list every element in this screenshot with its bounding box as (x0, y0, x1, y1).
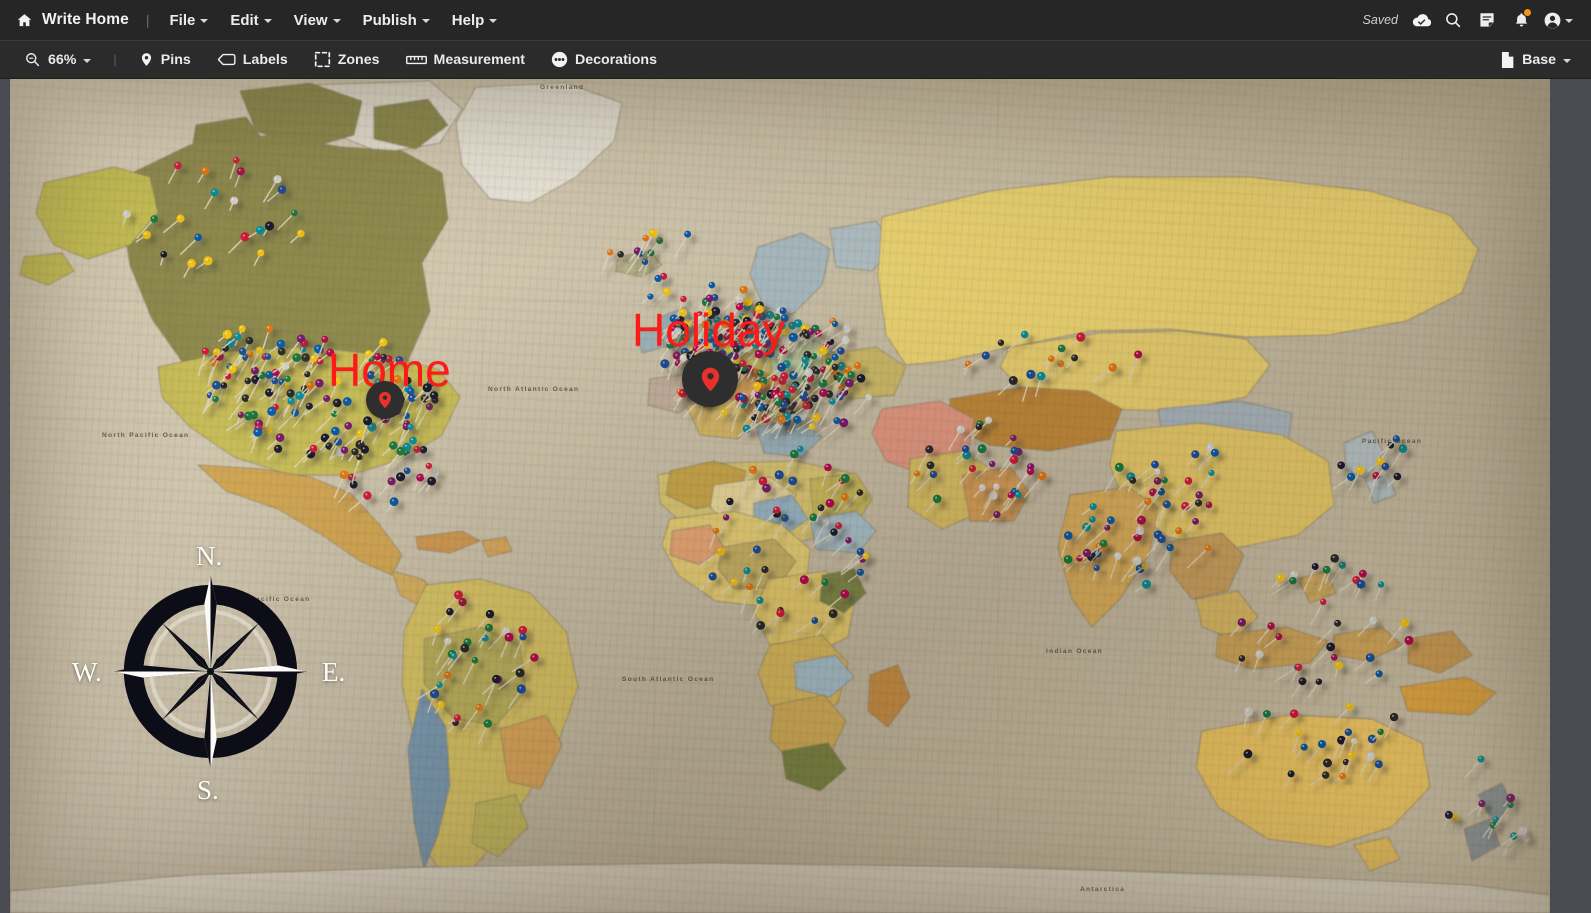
chevron-down-icon (332, 19, 341, 23)
menu-help[interactable]: Help (441, 7, 509, 34)
decorations-dots-icon (551, 51, 568, 68)
compass-rose-icon (114, 575, 307, 768)
svg-text:Greenland: Greenland (540, 84, 584, 91)
map-canvas[interactable]: North Pacific Ocean North Atlantic Ocean… (10, 79, 1550, 913)
zoom-search-icon (24, 51, 41, 68)
chevron-down-icon (263, 19, 272, 23)
document-icon (1500, 51, 1515, 69)
chevron-down-icon (200, 19, 209, 23)
bell-icon[interactable] (1505, 5, 1537, 35)
zoom-control[interactable]: 66% (14, 47, 101, 72)
menu-divider: | (145, 12, 150, 28)
toolbar: 66% | Pins Labels Zones Measurement Deco… (0, 41, 1591, 79)
map-pin-icon (701, 367, 719, 391)
menu-edit[interactable]: Edit (219, 7, 282, 34)
toolbar-labels[interactable]: Labels (207, 48, 298, 72)
toolbar-zones-label: Zones (337, 51, 380, 68)
map-label-holiday[interactable]: Holiday (632, 307, 785, 353)
map-pin-icon (139, 51, 154, 68)
toolbar-right-group: Base (1490, 47, 1581, 73)
svg-text:North Atlantic Ocean: North Atlantic Ocean (488, 386, 579, 393)
compass-rose-decoration[interactable]: N. W. E. S. (72, 543, 345, 804)
svg-text:Indian Ocean: Indian Ocean (1046, 648, 1103, 655)
toolbar-measurement[interactable]: Measurement (396, 48, 535, 72)
zoom-level-value: 66% (48, 51, 77, 68)
toolbar-decorations-label: Decorations (574, 51, 657, 68)
toolbar-pins-label: Pins (160, 51, 191, 68)
home-icon (16, 12, 33, 29)
home-pin-marker[interactable] (366, 381, 404, 419)
account-menu[interactable] (1539, 8, 1577, 33)
toolbar-decorations[interactable]: Decorations (541, 47, 667, 72)
menu-edit-label: Edit (230, 11, 259, 29)
menu-publish[interactable]: Publish (352, 7, 441, 34)
svg-text:North Pacific Ocean: North Pacific Ocean (102, 432, 189, 439)
menu-bar-actions: Saved (1363, 5, 1581, 35)
tag-icon (217, 52, 236, 67)
ruler-icon (405, 53, 427, 67)
menu-view-label: View (293, 11, 328, 29)
toolbar-zones[interactable]: Zones (304, 47, 390, 72)
svg-text:South Atlantic Ocean: South Atlantic Ocean (622, 676, 714, 683)
menu-file-label: File (169, 11, 196, 29)
toolbar-measurement-label: Measurement (433, 51, 525, 68)
compass-north-label: N. (196, 541, 223, 571)
toolbar-pins[interactable]: Pins (129, 47, 201, 72)
layer-selector-label: Base (1522, 51, 1556, 68)
menu-file[interactable]: File (158, 7, 219, 34)
notification-badge (1523, 8, 1532, 17)
holiday-pin-marker[interactable] (682, 351, 738, 407)
map-viewport[interactable]: North Pacific Ocean North Atlantic Ocean… (0, 79, 1591, 913)
account-icon (1543, 11, 1562, 30)
notes-icon[interactable] (1471, 5, 1503, 35)
toolbar-divider: | (113, 52, 117, 67)
search-icon[interactable] (1437, 5, 1469, 35)
cloud-check-icon (1409, 5, 1435, 35)
chevron-down-icon (1563, 58, 1571, 63)
svg-text:Antarctica: Antarctica (1080, 886, 1125, 893)
dashed-square-icon (314, 51, 331, 68)
chevron-down-icon (83, 58, 92, 63)
compass-south-label: S. (197, 775, 219, 805)
layer-selector[interactable]: Base (1490, 47, 1581, 73)
saved-status-label: Saved (1362, 13, 1398, 27)
menu-publish-label: Publish (362, 11, 417, 29)
compass-west-label: W. (72, 657, 102, 687)
home-label: Write Home (42, 11, 129, 28)
home-button[interactable]: Write Home (12, 7, 137, 33)
menu-view[interactable]: View (283, 7, 352, 34)
compass-east-label: E. (322, 657, 346, 687)
chevron-down-icon (1565, 19, 1573, 23)
menu-bar: Write Home | File Edit View Publish Help… (0, 0, 1591, 41)
menu-help-label: Help (451, 11, 485, 29)
chevron-down-icon (489, 19, 498, 23)
chevron-down-icon (421, 19, 430, 23)
world-map-image: North Pacific Ocean North Atlantic Ocean… (10, 79, 1550, 913)
toolbar-labels-label: Labels (242, 51, 288, 68)
map-pin-icon (379, 391, 391, 409)
